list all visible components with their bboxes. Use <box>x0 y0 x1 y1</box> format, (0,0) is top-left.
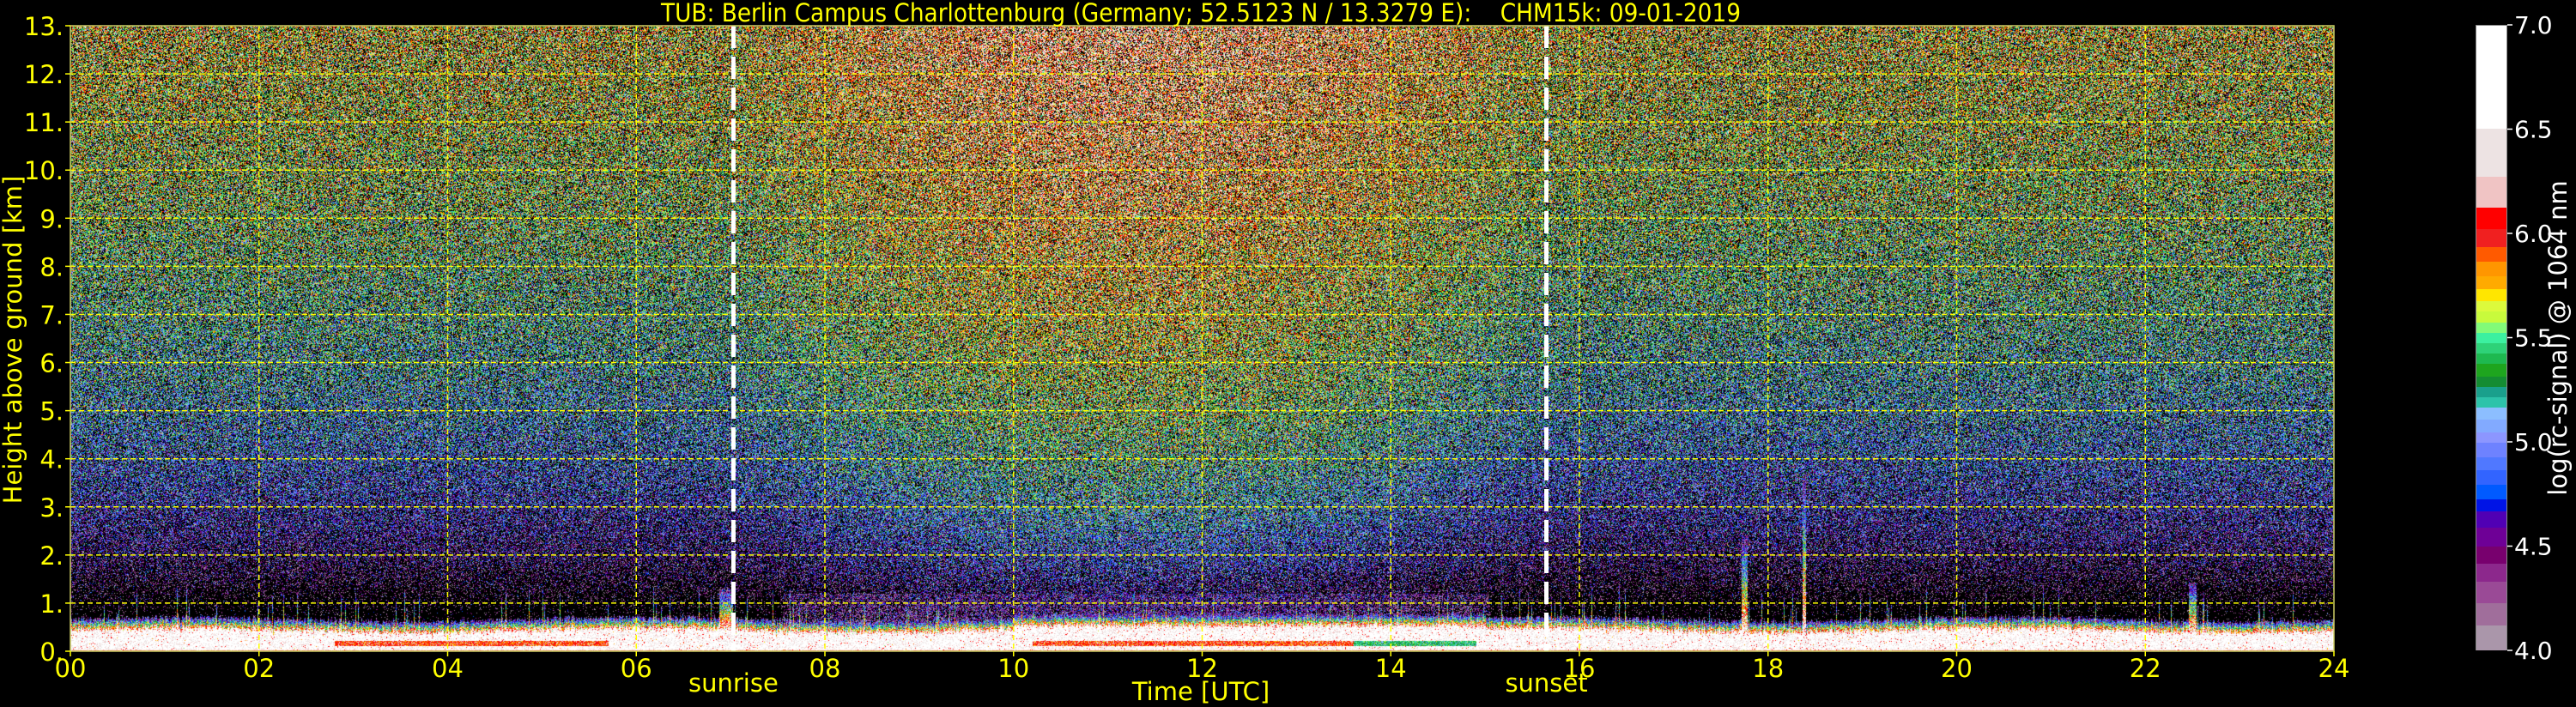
y-tick-label: 4. <box>39 445 64 474</box>
colorbar-label: log(rc-signal) @ 1064 nm <box>2543 180 2573 495</box>
x-tick-label: 10 <box>997 654 1029 683</box>
x-axis-label: Time [UTC] <box>1131 677 1270 706</box>
x-tick-label: 08 <box>809 654 841 683</box>
y-tick-label: 1. <box>39 589 64 619</box>
colorbar-tick-label: 6.5 <box>2514 116 2553 144</box>
y-tick-label: 2. <box>39 541 64 571</box>
sunrise-label: sunrise <box>688 668 779 698</box>
grid <box>70 26 2334 651</box>
x-tick-label: 14 <box>1375 654 1407 683</box>
y-tick-label: 10. <box>24 156 64 185</box>
y-tick-label: 13. <box>24 12 64 41</box>
chart-title: TUB: Berlin Campus Charlottenburg (Germa… <box>660 0 1741 27</box>
chart-overlay: sunrise sunset 00 02 04 06 08 10 12 14 16 18 20 22 24… <box>0 0 2573 706</box>
y-tick-label: 0. <box>39 638 64 667</box>
y-tick-label: 5. <box>39 397 64 426</box>
sun-markers: sunrise sunset <box>688 26 1588 698</box>
colorbar-tick-label: 4.5 <box>2514 533 2553 561</box>
y-axis: 0. 1. 2. 3. 4. 5. 6. 7. 8. 9. 10. 11. 12. 13. <box>24 12 70 667</box>
x-tick-label: 22 <box>2130 654 2161 683</box>
y-tick-label: 8. <box>39 252 64 281</box>
x-tick-label: 20 <box>1941 654 1973 683</box>
x-tick-label: 16 <box>1564 654 1596 683</box>
y-tick-label: 7. <box>39 300 64 329</box>
ceilometer-chart: sunrise sunset 00 02 04 06 08 10 12 14 16 18 20 22 24… <box>0 0 2576 707</box>
x-tick-label: 06 <box>621 654 652 683</box>
y-tick-label: 11. <box>24 108 64 137</box>
y-tick-label: 12. <box>24 60 64 89</box>
x-tick-label: 02 <box>243 654 275 683</box>
colorbar-tick-label: 7.0 <box>2514 11 2553 39</box>
y-tick-label: 3. <box>39 493 64 523</box>
colorbar-tick-label: 4.0 <box>2514 637 2553 665</box>
y-tick-label: 9. <box>39 204 64 233</box>
y-axis-label: Height above ground [km] <box>0 176 27 505</box>
y-tick-label: 6. <box>39 349 64 378</box>
x-tick-label: 24 <box>2318 654 2350 683</box>
x-tick-label: 04 <box>432 654 464 683</box>
x-tick-label: 18 <box>1752 654 1784 683</box>
